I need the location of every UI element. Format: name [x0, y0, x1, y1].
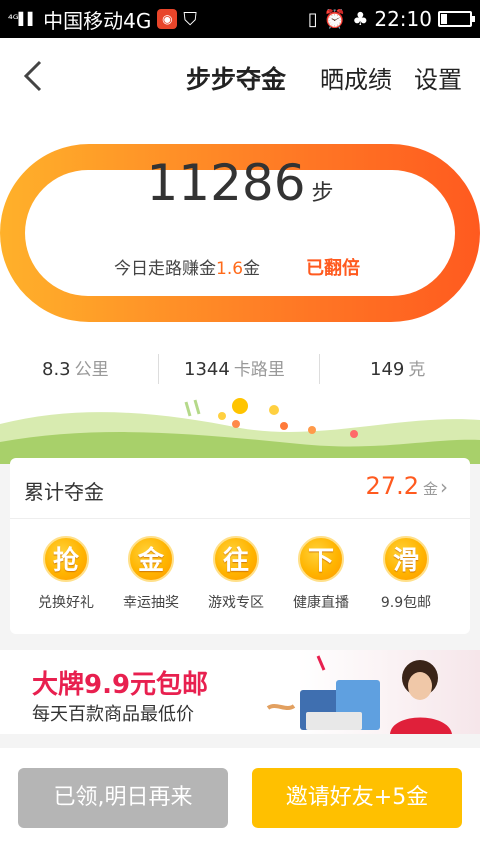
feature-lucky-draw[interactable]: 金 幸运抽奖 [111, 536, 191, 612]
doubled-badge: 已翻倍 [306, 258, 360, 279]
vibrate-icon: ▯ [307, 8, 318, 30]
feature-health-live[interactable]: 下 健康直播 [281, 536, 361, 612]
stat-distance-unit: 公里 [74, 360, 109, 380]
feature-label: 9.9包邮 [380, 595, 432, 611]
clock-time: 22:10 [374, 7, 432, 31]
runner-icon [232, 420, 240, 428]
chevron-right-icon: › [440, 475, 448, 499]
feature-label: 健康直播 [293, 595, 349, 611]
earned-amount: 1.6 [216, 259, 244, 279]
claimed-button[interactable]: 已领,明日再来 [18, 768, 228, 828]
feature-label: 兑换好礼 [38, 595, 94, 611]
stat-fat-unit: 克 [408, 360, 426, 380]
settings-button[interactable]: 设置 [414, 60, 462, 95]
carrier-label: 中国移动4G [43, 8, 152, 33]
app-icon: ◉ [157, 9, 178, 29]
stat-fat: 149 克 [370, 350, 425, 390]
step-count: 11286 步 [0, 154, 480, 212]
shield-icon: ⛉ [183, 8, 197, 30]
back-button[interactable] [18, 56, 58, 96]
battery-icon [438, 11, 475, 27]
stat-calories: 1344 卡路里 [184, 350, 285, 390]
earned-suffix: 金 [243, 259, 261, 279]
signal-icon: ⁴ᴳ▌▌ [8, 12, 38, 26]
landscape-illustration [0, 394, 480, 464]
divider [319, 354, 320, 384]
earned-today: 今日走路赚金1.6金 [114, 254, 260, 279]
feature-label: 游戏专区 [208, 595, 264, 611]
games-icon: 往 [213, 536, 259, 582]
health-live-icon: 下 [298, 536, 344, 582]
step-unit: 步 [311, 181, 334, 206]
redeem-icon: 抢 [43, 536, 89, 582]
nav-bar: 步步夺金 晒成绩 设置 [0, 38, 480, 114]
divider [158, 354, 159, 384]
stat-calories-unit: 卡路里 [233, 360, 285, 380]
feature-redeem-gifts[interactable]: 抢 兑换好礼 [26, 536, 106, 612]
feature-games[interactable]: 往 游戏专区 [196, 536, 276, 612]
total-gold-link[interactable]: 27.2 金 › [366, 472, 448, 500]
chevron-left-icon [23, 60, 42, 92]
step-count-value: 11286 [146, 154, 306, 212]
runner-icon [350, 430, 358, 438]
feature-label: 幸运抽奖 [123, 595, 179, 611]
free-shipping-icon: 滑 [383, 536, 429, 582]
share-score-button[interactable]: 晒成绩 [320, 60, 392, 95]
stat-fat-value: 149 [370, 359, 405, 380]
feature-free-shipping[interactable]: 滑 9.9包邮 [366, 536, 446, 612]
stats-row: 8.3 公里 1344 卡路里 149 克 [0, 350, 480, 390]
total-gold-unit: 金 [422, 480, 438, 498]
lucky-draw-icon: 金 [128, 536, 174, 582]
promo-illustration [266, 655, 452, 734]
tree-icon: ♣ [352, 8, 369, 30]
invite-friends-button[interactable]: 邀请好友+5金 [252, 768, 462, 828]
divider [10, 518, 470, 519]
promo-banner[interactable]: 大牌9.9元包邮 每天百款商品最低价 [0, 650, 480, 734]
bottom-actions: 已领,明日再来 邀请好友+5金 [0, 748, 480, 854]
stat-calories-value: 1344 [184, 359, 230, 380]
total-gold-card: 累计夺金 27.2 金 › 抢 兑换好礼 金 幸运抽奖 往 游戏专区 下 健康直播 … [10, 458, 470, 634]
alarm-icon: ⏰ [323, 8, 347, 30]
total-gold-amount: 27.2 [365, 472, 419, 500]
runner-icon [308, 426, 316, 434]
stat-distance-value: 8.3 [42, 359, 71, 380]
earned-prefix: 今日走路赚金 [114, 259, 216, 279]
status-bar: ⁴ᴳ▌▌ 中国移动4G ◉ ⛉ ▯ ⏰ ♣ 22:10 [0, 0, 480, 38]
stat-distance: 8.3 公里 [42, 350, 109, 390]
page-title: 步步夺金 [186, 65, 287, 94]
step-summary: 11286 步 今日走路赚金1.6金 已翻倍 8.3 公里 1344 卡路里 149 克 [0, 114, 480, 394]
total-gold-title: 累计夺金 [24, 480, 104, 504]
runner-icon [280, 422, 288, 430]
hills-illustration [0, 398, 480, 464]
coin-icon [232, 398, 248, 414]
